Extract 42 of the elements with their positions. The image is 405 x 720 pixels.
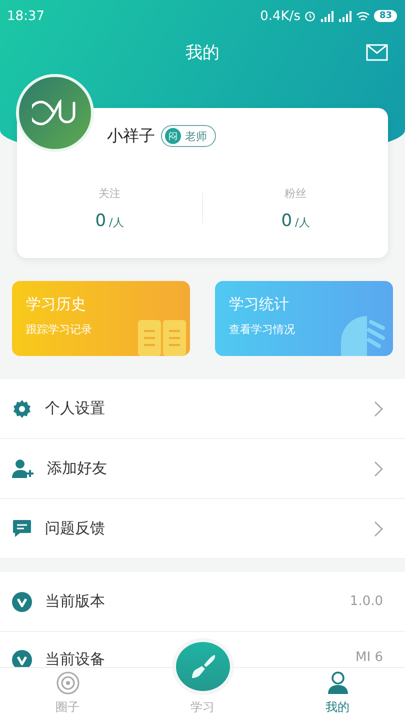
- tile-subtitle: 查看学习情况: [229, 322, 296, 337]
- logo-icon: [32, 99, 78, 127]
- menu-label: 当前版本: [45, 592, 105, 611]
- message-icon: [12, 519, 32, 538]
- signal-icon: [338, 10, 352, 22]
- menu-item[interactable]: 当前版本 1.0.0: [0, 572, 405, 632]
- add-user-icon: [12, 458, 34, 478]
- menu-label: 个人设置: [45, 399, 105, 418]
- tile-subtitle: 跟踪学习记录: [26, 322, 93, 337]
- menu-value: 1.0.0: [350, 594, 383, 609]
- disc-icon: [56, 671, 80, 695]
- role-badge: 闷 老师: [161, 125, 216, 147]
- alarm-icon: [304, 10, 316, 22]
- menu-item[interactable]: 个人设置: [0, 379, 405, 439]
- tile-title: 学习统计: [229, 295, 290, 314]
- stat-label: 关注: [98, 186, 120, 200]
- status-time: 18:37: [7, 8, 44, 24]
- tile-title: 学习历史: [26, 295, 87, 314]
- page-title: 我的: [186, 42, 220, 64]
- stat-value[interactable]: 0 /人: [95, 210, 124, 230]
- settings-icon: [12, 398, 32, 418]
- menu-value: MI 6: [356, 650, 383, 665]
- stat-value[interactable]: 0 /人: [281, 210, 310, 230]
- menu-label: 问题反馈: [45, 519, 105, 538]
- menu-label: 当前设备: [45, 650, 105, 669]
- menu-item[interactable]: 添加好友: [0, 439, 405, 499]
- menu-label: 添加好友: [47, 459, 107, 478]
- tab-item[interactable]: 我的: [270, 668, 405, 720]
- battery-indicator: 83: [374, 10, 397, 22]
- user-icon: [326, 671, 348, 695]
- signal-icon: [320, 10, 334, 22]
- network-speed: 0.4K/s: [260, 8, 300, 24]
- stat-label: 粉丝: [284, 186, 306, 200]
- book-icon: [138, 320, 186, 356]
- wifi-icon: [356, 10, 370, 22]
- mail-icon[interactable]: [366, 44, 388, 61]
- menu-item[interactable]: 问题反馈: [0, 499, 405, 559]
- chevron-right-icon: [374, 400, 383, 416]
- chevron-right-icon: [374, 520, 383, 536]
- user-name: 小祥子: [107, 126, 155, 146]
- chevron-right-icon: [374, 460, 383, 476]
- version-icon: [12, 592, 32, 612]
